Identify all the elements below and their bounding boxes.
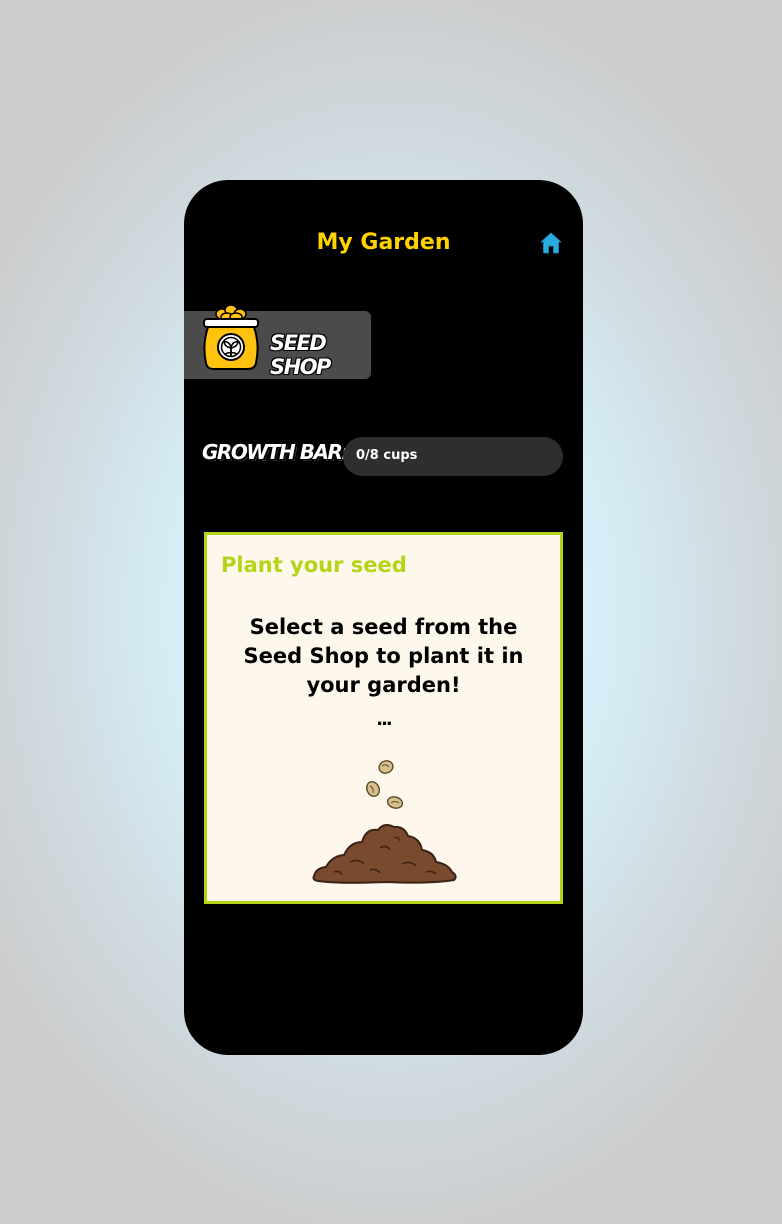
seed-icon <box>366 781 380 797</box>
seed-shop-button[interactable]: SEED SHOP <box>184 304 371 379</box>
growth-bar-text: 0/8 cups <box>356 448 418 463</box>
home-button[interactable] <box>539 231 563 255</box>
growth-bar: 0/8 cups <box>343 437 563 476</box>
panel-title: Plant your seed <box>221 553 407 577</box>
seed-icon <box>386 796 404 809</box>
panel-message: Select a seed from the Seed Shop to plan… <box>243 615 524 697</box>
growth-bar-label: GROWTH BAR: <box>202 440 349 464</box>
seed-icon <box>378 760 394 774</box>
panel-dots: ... <box>376 709 393 730</box>
seed-shop-label: SEED SHOP <box>270 331 331 379</box>
soil-pile-illustration <box>312 824 457 884</box>
home-icon <box>540 232 562 254</box>
seed-bag-icon <box>203 304 259 370</box>
page-title: My Garden <box>316 230 451 255</box>
plant-seed-panel: Plant your seed Select a seed from the S… <box>204 532 563 904</box>
phone-frame: My Garden SEED SHOP GROWTH BAR: 0/8 cups… <box>184 180 583 1055</box>
